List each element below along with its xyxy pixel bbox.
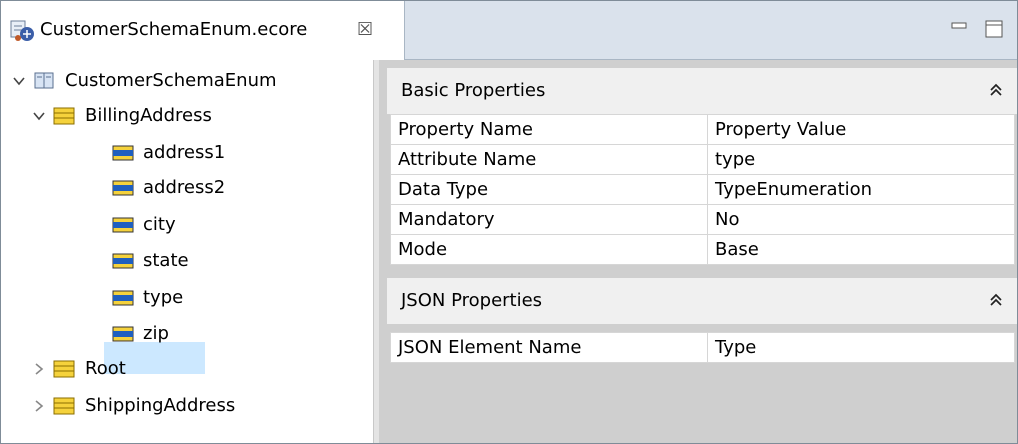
properties-panel: Basic Properties Property Name Property …	[379, 60, 1017, 443]
column-header: Property Value	[707, 114, 1015, 145]
table-header-row: Property Name Property Value	[390, 114, 1015, 145]
tree-item-label: Root	[85, 358, 126, 379]
minimize-icon[interactable]	[947, 17, 971, 41]
tree-item-label: type	[143, 287, 184, 308]
table-row[interactable]: Data Type TypeEnumeration	[390, 174, 1015, 205]
property-name-cell: Mandatory	[390, 204, 708, 235]
attribute-icon	[112, 145, 134, 161]
tree-item-address2[interactable]: address2	[1, 176, 361, 206]
tree-item-label: state	[143, 250, 189, 271]
tree-item-label: CustomerSchemaEnum	[65, 70, 277, 91]
maximize-icon[interactable]	[982, 17, 1006, 41]
property-name-cell: Mode	[390, 234, 708, 265]
attribute-icon	[112, 290, 134, 306]
tree-item-zip[interactable]: zip	[1, 322, 361, 352]
table-row[interactable]: Attribute Name type	[390, 144, 1015, 175]
tree-item-label: zip	[143, 323, 169, 344]
collapse-icon[interactable]	[989, 292, 1003, 308]
property-value-cell[interactable]: Base	[707, 234, 1015, 265]
json-properties-header[interactable]: JSON Properties	[387, 278, 1017, 324]
property-name-cell: Attribute Name	[390, 144, 708, 175]
class-icon	[53, 397, 75, 415]
class-icon	[53, 107, 75, 125]
editor-tab[interactable]: CustomerSchemaEnum.ecore ☒	[1, 1, 405, 60]
tree-item-label: BillingAddress	[85, 105, 212, 126]
property-value-cell[interactable]: No	[707, 204, 1015, 235]
basic-properties-table: Property Name Property Value Attribute N…	[390, 114, 1015, 265]
book-icon	[34, 72, 54, 89]
tree-item-type[interactable]: type	[1, 286, 361, 316]
tree-item-city[interactable]: city	[1, 213, 361, 243]
tree-item-billingaddress[interactable]: BillingAddress	[1, 104, 361, 134]
collapse-icon[interactable]	[989, 82, 1003, 98]
editor-window: CustomerSchemaEnum.ecore ☒ CustomerSchem…	[0, 0, 1018, 444]
table-row[interactable]: Mandatory No	[390, 204, 1015, 235]
tree-item-state[interactable]: state	[1, 249, 361, 279]
basic-properties-header[interactable]: Basic Properties	[387, 68, 1017, 114]
tree-item-address1[interactable]: address1	[1, 141, 361, 171]
attribute-icon	[112, 217, 134, 233]
tree-item-label: address1	[143, 142, 226, 163]
chevron-down-icon[interactable]	[11, 73, 27, 89]
class-icon	[53, 360, 75, 378]
ecore-file-icon	[10, 20, 34, 41]
attribute-icon	[112, 326, 134, 342]
tree-item-shippingaddress[interactable]: ShippingAddress	[1, 394, 361, 424]
tree-item-customerschemaenum[interactable]: CustomerSchemaEnum	[1, 69, 361, 99]
property-value-cell[interactable]: type	[707, 144, 1015, 175]
model-tree: CustomerSchemaEnum BillingAddress addres…	[1, 60, 373, 443]
tree-item-root[interactable]: Root	[1, 357, 361, 387]
tree-item-label: city	[143, 214, 176, 235]
section-title: Basic Properties	[401, 80, 546, 101]
column-header: Property Name	[390, 114, 708, 145]
editor-tab-bar: CustomerSchemaEnum.ecore ☒	[1, 1, 1017, 60]
property-name-cell: JSON Element Name	[390, 332, 708, 363]
tab-title: CustomerSchemaEnum.ecore	[40, 19, 308, 40]
table-row[interactable]: Mode Base	[390, 234, 1015, 265]
property-name-cell: Data Type	[390, 174, 708, 205]
close-icon[interactable]: ☒	[357, 19, 373, 40]
attribute-icon	[112, 253, 134, 269]
tree-item-label: address2	[143, 177, 226, 198]
chevron-right-icon[interactable]	[31, 398, 47, 414]
section-title: JSON Properties	[401, 290, 543, 311]
json-properties-table: JSON Element Name Type	[390, 332, 1015, 363]
attribute-icon	[112, 180, 134, 196]
property-value-cell[interactable]: Type	[707, 332, 1015, 363]
chevron-right-icon[interactable]	[31, 361, 47, 377]
property-value-cell[interactable]: TypeEnumeration	[707, 174, 1015, 205]
table-row[interactable]: JSON Element Name Type	[390, 332, 1015, 363]
tree-item-label: ShippingAddress	[85, 395, 236, 416]
chevron-down-icon[interactable]	[31, 108, 47, 124]
